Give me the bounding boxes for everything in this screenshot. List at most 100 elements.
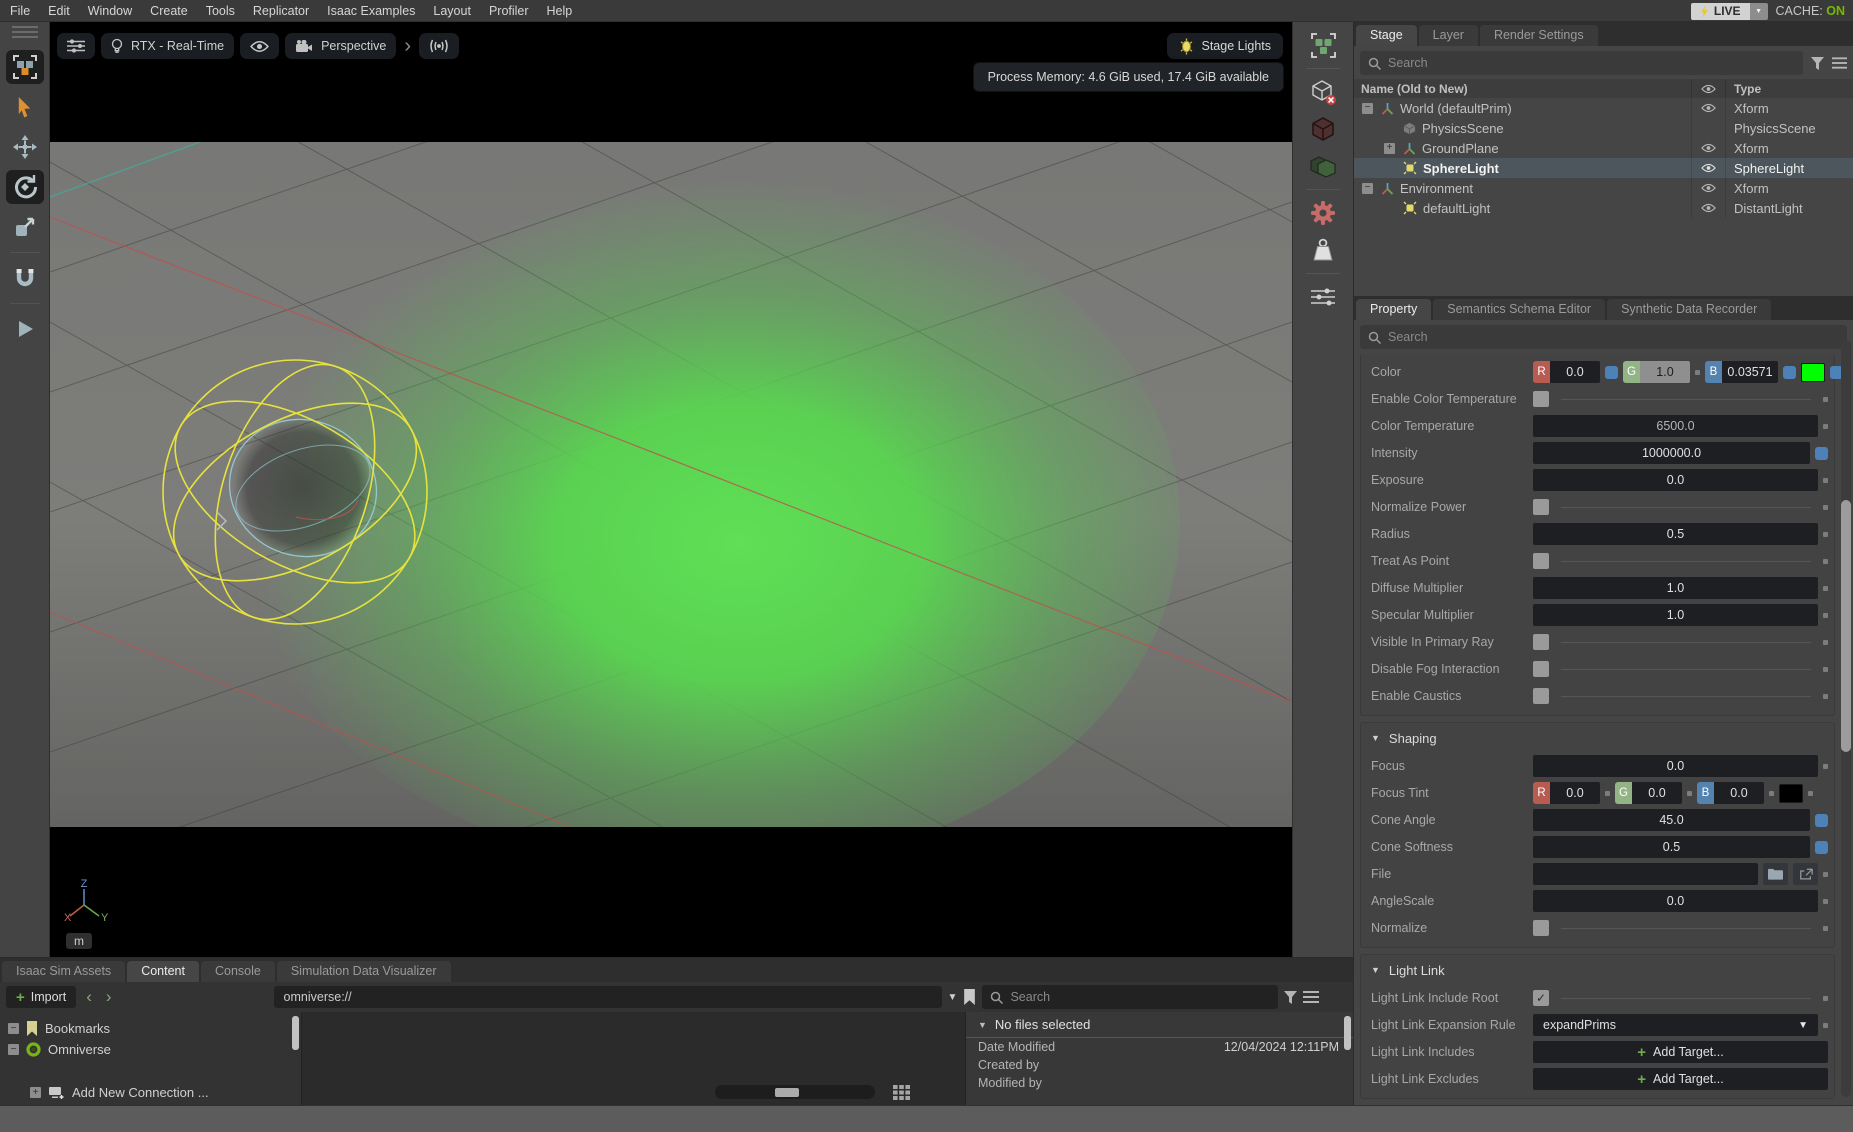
- tab-isaac-sim-assets[interactable]: Isaac Sim Assets: [2, 961, 125, 982]
- physics-mass-button[interactable]: [1305, 235, 1341, 265]
- unit-selector[interactable]: m: [66, 933, 92, 949]
- camera-selector-button[interactable]: Perspective: [285, 33, 396, 59]
- tree-item-bookmarks[interactable]: − Bookmarks: [0, 1018, 301, 1039]
- path-dropdown-button[interactable]: ▼: [948, 992, 958, 1003]
- menu-edit[interactable]: Edit: [48, 4, 70, 18]
- mesh-display-button[interactable]: [1305, 151, 1341, 181]
- live-dropdown-button[interactable]: ▼: [1750, 3, 1768, 20]
- stage-row-groundplane[interactable]: + GroundPlane Xform: [1354, 138, 1853, 158]
- viewport-3d[interactable]: RTX - Real-Time Perspective: [50, 22, 1292, 957]
- property-search[interactable]: [1360, 325, 1847, 349]
- stage-search-input[interactable]: [1388, 56, 1795, 70]
- anglescale-field[interactable]: 0.0: [1533, 890, 1818, 912]
- selection-mode-button[interactable]: [6, 50, 44, 84]
- hide-unselected-button[interactable]: [1305, 77, 1341, 107]
- stage-filter-button[interactable]: [1811, 57, 1824, 70]
- rotate-tool-button[interactable]: [6, 170, 44, 204]
- disable-fog-interaction-checkbox[interactable]: [1533, 661, 1549, 677]
- focus-field[interactable]: 0.0: [1533, 755, 1818, 777]
- specular-multiplier-field[interactable]: 1.0: [1533, 604, 1818, 626]
- menu-create[interactable]: Create: [150, 4, 188, 18]
- stage-row-spherelight[interactable]: SphereLight SphereLight: [1354, 158, 1853, 178]
- cone-angle-field[interactable]: 45.0: [1533, 809, 1810, 831]
- move-tool-button[interactable]: [6, 130, 44, 164]
- viewport-toolbar-chevron[interactable]: ›: [402, 33, 413, 59]
- menu-isaac-examples[interactable]: Isaac Examples: [327, 4, 415, 18]
- tab-property[interactable]: Property: [1356, 299, 1431, 320]
- diffuse-multiplier-field[interactable]: 1.0: [1533, 577, 1818, 599]
- column-name[interactable]: Name (Old to New): [1354, 82, 1691, 96]
- color-r-indicator[interactable]: [1605, 366, 1618, 379]
- add-target-excludes-button[interactable]: + Add Target...: [1533, 1068, 1828, 1090]
- content-view-options-button[interactable]: [1303, 991, 1319, 1003]
- settings-gear-button[interactable]: [1305, 198, 1341, 228]
- visible-in-primary-ray-checkbox[interactable]: [1533, 634, 1549, 650]
- focus-tint-swatch[interactable]: [1779, 784, 1803, 803]
- visibility-toggle[interactable]: [1701, 183, 1716, 193]
- cone-angle-changed-indicator[interactable]: [1815, 814, 1828, 827]
- dark-cube-display-button[interactable]: [1305, 114, 1341, 144]
- visibility-toggle[interactable]: [1701, 103, 1716, 113]
- column-type[interactable]: Type: [1725, 79, 1853, 98]
- content-tree-scrollbar[interactable]: [292, 1016, 299, 1050]
- path-bar[interactable]: [274, 986, 942, 1008]
- strip-options-button[interactable]: [1305, 282, 1341, 312]
- color-b-indicator[interactable]: [1783, 366, 1796, 379]
- browse-file-button[interactable]: [1763, 863, 1788, 885]
- file-grid-area[interactable]: [302, 1012, 965, 1105]
- grid-view-button[interactable]: [893, 1085, 910, 1100]
- focus-tint-r-field[interactable]: 0.0: [1550, 782, 1600, 804]
- light-link-section-header[interactable]: ▼ Light Link: [1361, 957, 1834, 983]
- enable-color-temperature-checkbox[interactable]: [1533, 391, 1549, 407]
- visibility-toggle[interactable]: [1701, 203, 1716, 213]
- import-button[interactable]: + Import: [6, 986, 76, 1008]
- viewport-options-button[interactable]: [57, 33, 95, 59]
- column-visibility[interactable]: [1691, 79, 1725, 98]
- expander-minus[interactable]: −: [8, 1023, 19, 1034]
- frame-selection-button[interactable]: [1305, 30, 1341, 60]
- radius-field[interactable]: 0.5: [1533, 523, 1818, 545]
- tab-semantics-schema-editor[interactable]: Semantics Schema Editor: [1433, 299, 1605, 320]
- stage-row-physicsscene[interactable]: PhysicsScene PhysicsScene: [1354, 118, 1853, 138]
- enable-caustics-checkbox[interactable]: [1533, 688, 1549, 704]
- color-g-field[interactable]: 1.0: [1640, 361, 1690, 383]
- cone-softness-changed-indicator[interactable]: [1815, 841, 1828, 854]
- path-input[interactable]: [284, 990, 932, 1004]
- menu-replicator[interactable]: Replicator: [253, 4, 309, 18]
- tab-console[interactable]: Console: [201, 961, 275, 982]
- color-r-field[interactable]: 0.0: [1550, 361, 1600, 383]
- menu-tools[interactable]: Tools: [206, 4, 235, 18]
- physics-visualization-button[interactable]: [419, 33, 459, 59]
- visibility-toggle[interactable]: [1701, 143, 1716, 153]
- expander-minus[interactable]: −: [8, 1044, 19, 1055]
- color-b-field[interactable]: 0.03571: [1722, 361, 1778, 383]
- exposure-field[interactable]: 0.0: [1533, 469, 1818, 491]
- visibility-button[interactable]: [240, 33, 279, 59]
- details-header[interactable]: ▼ No files selected: [966, 1012, 1353, 1038]
- nav-forward-button[interactable]: ›: [102, 987, 116, 1007]
- treat-as-point-checkbox[interactable]: [1533, 553, 1549, 569]
- stage-lights-button[interactable]: Stage Lights: [1167, 33, 1284, 59]
- stage-options-button[interactable]: [1832, 57, 1847, 69]
- property-search-input[interactable]: [1388, 330, 1839, 344]
- expansion-rule-dropdown[interactable]: expandPrims ▼: [1533, 1014, 1818, 1036]
- content-search[interactable]: [982, 985, 1278, 1009]
- nav-back-button[interactable]: ‹: [82, 987, 96, 1007]
- content-filter-button[interactable]: [1284, 991, 1297, 1004]
- play-button[interactable]: [6, 312, 44, 346]
- stage-row-environment[interactable]: − Environment Xform: [1354, 178, 1853, 198]
- visibility-toggle[interactable]: [1701, 163, 1716, 173]
- color-temperature-field[interactable]: 6500.0: [1533, 415, 1818, 437]
- select-tool-button[interactable]: [6, 90, 44, 124]
- tab-simulation-data-visualizer[interactable]: Simulation Data Visualizer: [277, 961, 451, 982]
- color-swatch[interactable]: [1801, 363, 1825, 382]
- normalize-checkbox[interactable]: [1533, 920, 1549, 936]
- expander-minus[interactable]: −: [1362, 183, 1373, 194]
- stage-search[interactable]: [1360, 51, 1803, 75]
- menu-profiler[interactable]: Profiler: [489, 4, 529, 18]
- cone-softness-field[interactable]: 0.5: [1533, 836, 1810, 858]
- expander-plus[interactable]: +: [30, 1087, 41, 1098]
- tab-synthetic-data-recorder[interactable]: Synthetic Data Recorder: [1607, 299, 1771, 320]
- slider-handle[interactable]: [775, 1088, 799, 1097]
- snap-tool-button[interactable]: [6, 261, 44, 295]
